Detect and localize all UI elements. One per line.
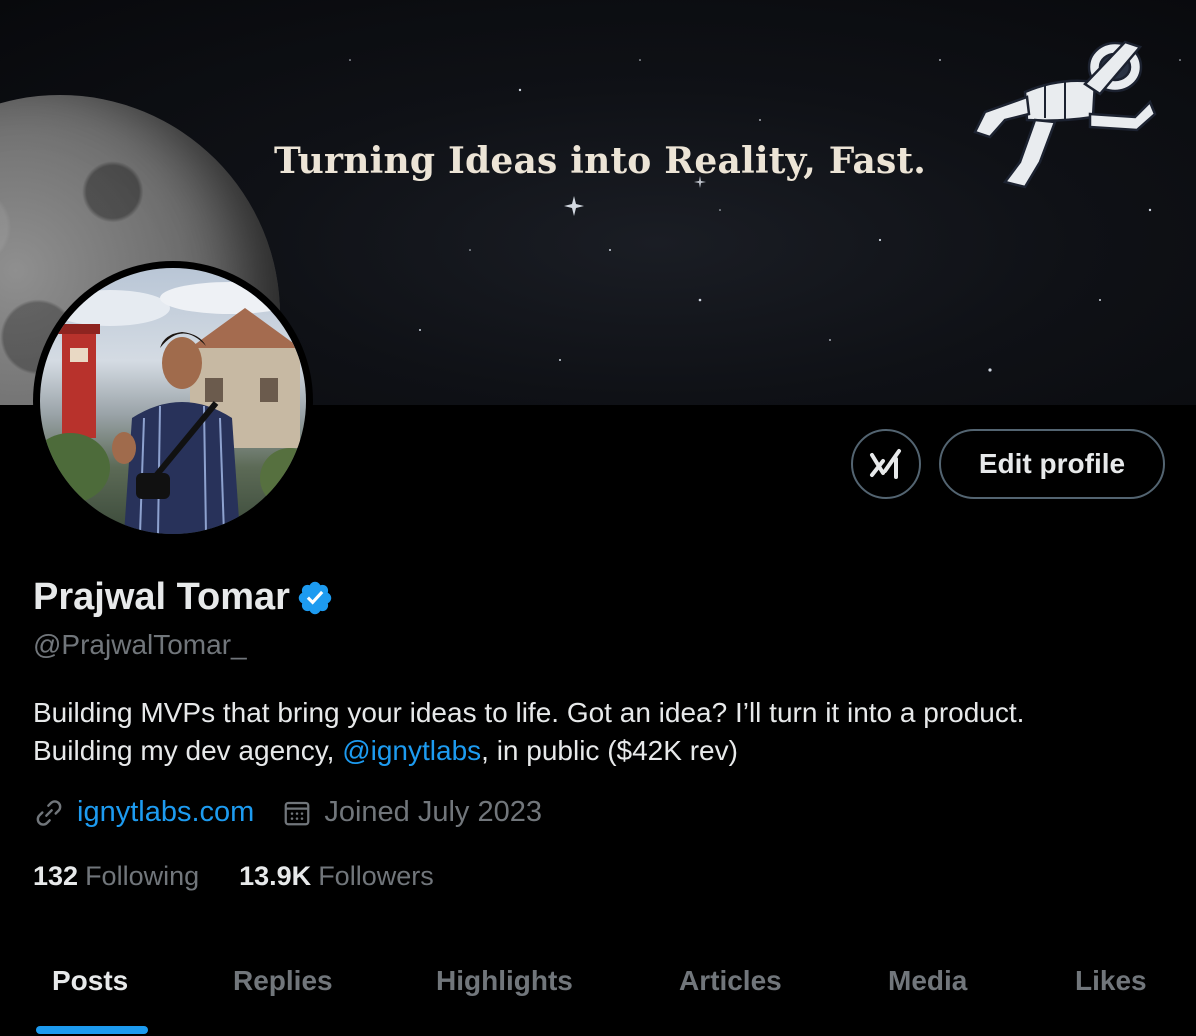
profile-avatar[interactable] bbox=[33, 261, 313, 541]
avatar-photo bbox=[40, 268, 306, 534]
grok-icon bbox=[870, 449, 901, 479]
display-name: Prajwal Tomar bbox=[33, 576, 290, 618]
calendar-icon bbox=[284, 801, 310, 825]
profile-tabs: Posts Replies Highlights Articles Media … bbox=[0, 940, 1196, 1036]
profile-bio: Building MVPs that bring your ideas to l… bbox=[33, 694, 1173, 770]
tab-likes[interactable]: Likes bbox=[1075, 965, 1147, 997]
verified-badge-icon[interactable] bbox=[296, 579, 334, 617]
tab-posts[interactable]: Posts bbox=[52, 965, 128, 997]
bio-text: , in public ($42K rev) bbox=[481, 735, 738, 766]
bio-line-1: Building MVPs that bring your ideas to l… bbox=[33, 697, 1025, 728]
edit-profile-button[interactable]: Edit profile bbox=[939, 429, 1165, 499]
user-handle: @PrajwalTomar_ bbox=[33, 629, 247, 660]
bio-line-2: Building my dev agency, @ignytlabs, in p… bbox=[33, 732, 1173, 770]
bio-text: Building my dev agency, bbox=[33, 735, 343, 766]
tab-articles[interactable]: Articles bbox=[679, 965, 782, 997]
grok-button[interactable] bbox=[851, 429, 921, 499]
followers-link[interactable]: 13.9K Followers bbox=[239, 861, 434, 892]
follow-stats: 132 Following 13.9K Followers bbox=[33, 861, 434, 892]
active-tab-indicator bbox=[36, 1026, 148, 1034]
link-icon bbox=[36, 799, 62, 826]
tab-media[interactable]: Media bbox=[888, 965, 967, 997]
profile-meta: ignytlabs.com Joined July 2023 bbox=[33, 796, 542, 829]
tab-replies[interactable]: Replies bbox=[233, 965, 333, 997]
following-label: Following bbox=[85, 861, 200, 891]
website-link[interactable]: ignytlabs.com bbox=[77, 796, 254, 829]
followers-label: Followers bbox=[318, 861, 434, 891]
avatar-scene bbox=[40, 282, 306, 534]
following-link[interactable]: 132 Following bbox=[33, 861, 199, 892]
tab-highlights[interactable]: Highlights bbox=[436, 965, 573, 997]
joined-date: Joined July 2023 bbox=[324, 796, 542, 828]
astronaut-illustration bbox=[973, 40, 1157, 189]
bio-mention-link[interactable]: @ignytlabs bbox=[342, 735, 481, 766]
name-row: Prajwal Tomar bbox=[33, 576, 334, 619]
following-count: 132 bbox=[33, 861, 79, 891]
followers-count: 13.9K bbox=[239, 861, 312, 891]
banner-tagline: Turning Ideas into Reality, Fast. bbox=[274, 140, 927, 182]
